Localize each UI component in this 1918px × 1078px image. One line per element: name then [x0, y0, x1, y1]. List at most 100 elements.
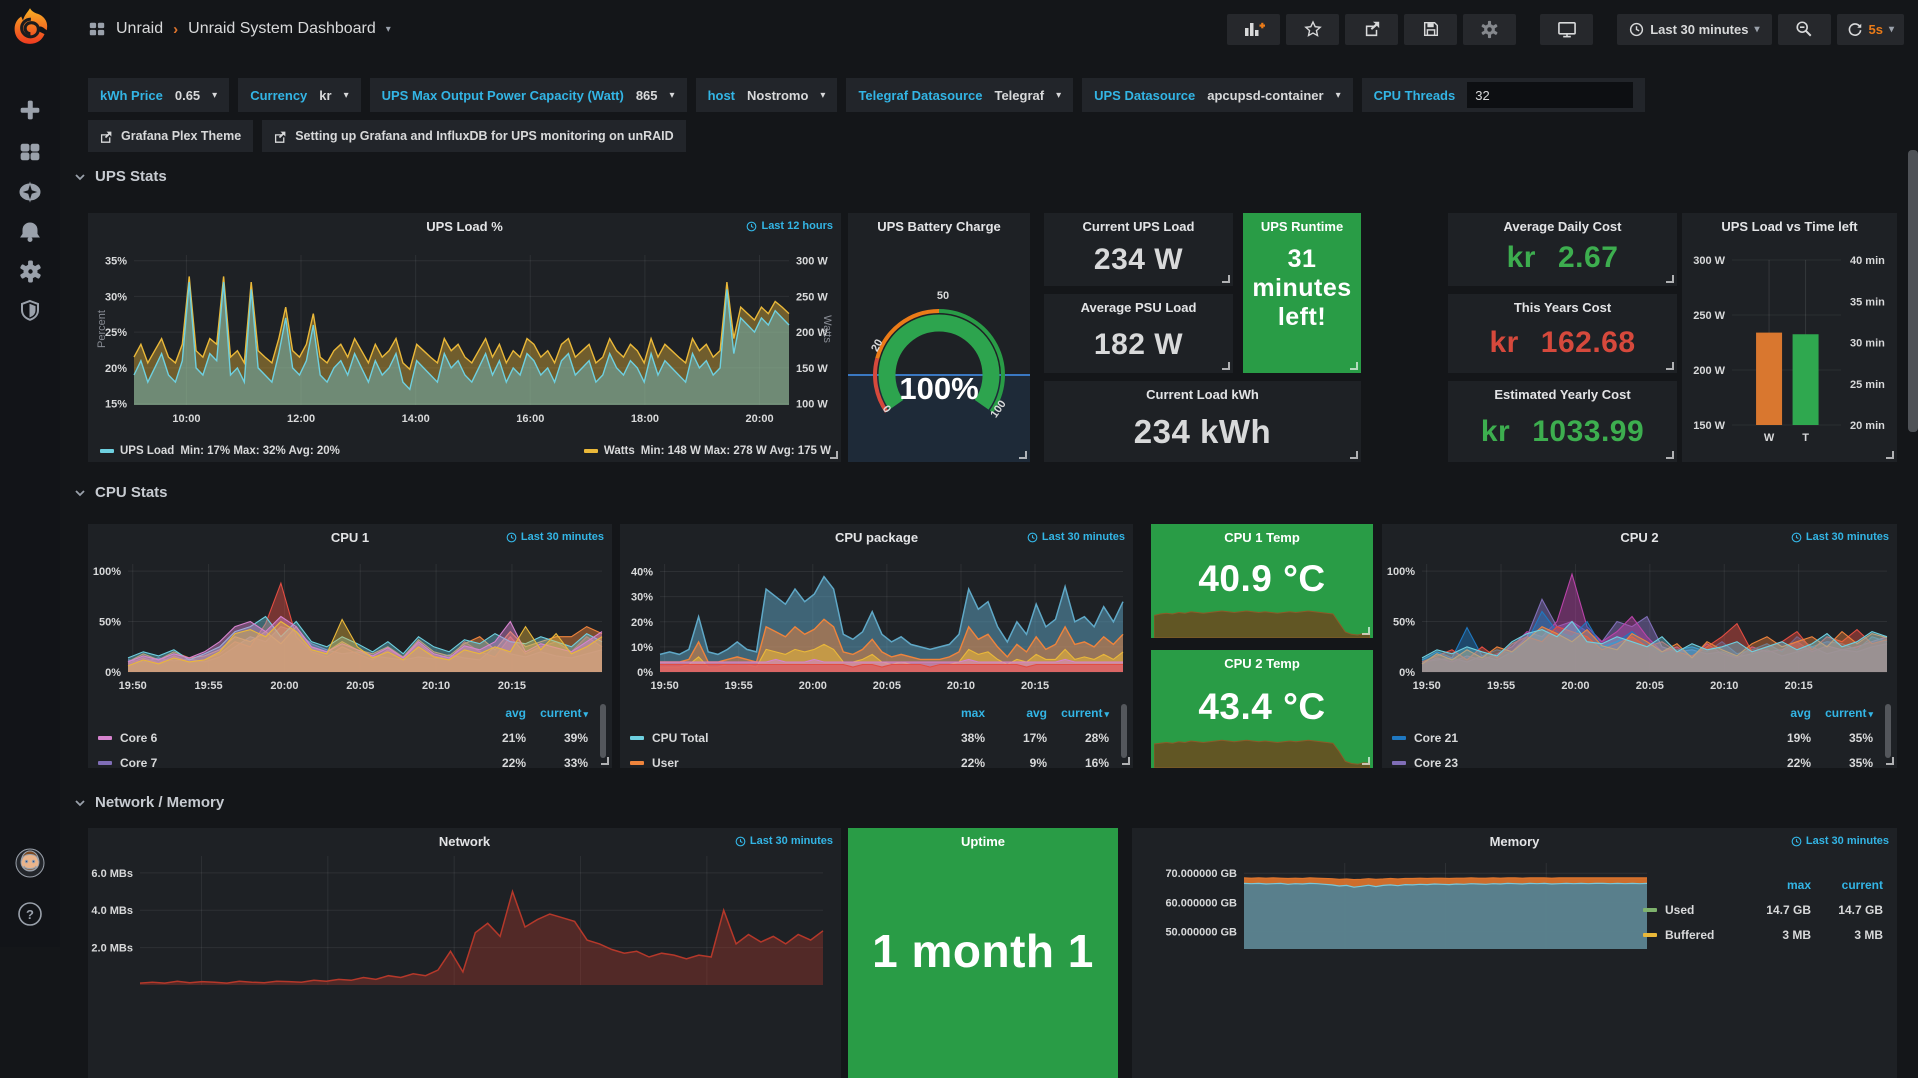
dashboard-title-caret-icon[interactable]: [386, 24, 391, 35]
dashboard-settings-button[interactable]: [1463, 14, 1516, 45]
series-name[interactable]: UPS Load: [120, 445, 174, 457]
sidebar-user-avatar[interactable]: [0, 845, 60, 881]
legend-col[interactable]: max: [1739, 878, 1811, 892]
panel-title[interactable]: Current Load kWh: [1044, 381, 1361, 403]
panel-title[interactable]: CPU 2 Temp: [1151, 650, 1373, 672]
panel-this-years-cost: This Years Cost kr162.68: [1448, 294, 1677, 373]
panel-time-range-link[interactable]: Last 12 hours: [746, 220, 833, 232]
series-swatch: [100, 449, 114, 453]
time-range-picker[interactable]: Last 30 minutes: [1617, 14, 1771, 45]
star-dashboard-button[interactable]: [1286, 14, 1339, 45]
variable-ups-max-output[interactable]: UPS Max Output Power Capacity (Watt) 865: [370, 78, 687, 112]
sidebar-configuration-button[interactable]: [0, 253, 60, 289]
kiosk-mode-button[interactable]: [1540, 14, 1593, 45]
panel-title[interactable]: CPU 1 Temp: [1151, 524, 1373, 546]
network-chart[interactable]: 6.0 MBs4.0 MBs2.0 MBs: [88, 850, 841, 1015]
page-scrollbar[interactable]: [1908, 150, 1918, 432]
share-dashboard-button[interactable]: [1345, 14, 1398, 45]
panel-title[interactable]: Memory: [1132, 828, 1897, 850]
section-title: CPU Stats: [95, 484, 168, 501]
cpu1-chart[interactable]: 19:5019:5520:0020:0520:1020:15100%50%0%: [88, 546, 612, 696]
chevron-down-icon: [74, 487, 86, 499]
link-grafana-plex-theme[interactable]: Grafana Plex Theme: [88, 120, 253, 152]
save-dashboard-button[interactable]: [1404, 14, 1457, 45]
panel-title[interactable]: UPS Battery Charge: [848, 213, 1030, 235]
variable-currency[interactable]: Currency kr: [238, 78, 360, 112]
legend-col[interactable]: current: [1811, 878, 1883, 892]
sidebar-alerting-button[interactable]: [0, 214, 60, 250]
legend-col[interactable]: avg: [1749, 706, 1811, 720]
refresh-interval-label[interactable]: 5s: [1869, 22, 1883, 37]
panel-title[interactable]: Average Daily Cost: [1448, 213, 1677, 235]
panel-time-range-link[interactable]: Last 30 minutes: [1791, 835, 1889, 847]
gauge-value: 100%: [848, 371, 1030, 407]
variable-telegraf-datasource[interactable]: Telegraf Datasource Telegraf: [846, 78, 1073, 112]
legend-col[interactable]: avg: [464, 706, 526, 720]
svg-text:40%: 40%: [631, 567, 653, 579]
legend-col-sort[interactable]: current: [1047, 706, 1109, 720]
section-ups-stats[interactable]: UPS Stats: [74, 168, 167, 185]
sidebar-create-button[interactable]: [0, 92, 60, 128]
panel-time-range-link[interactable]: Last 30 minutes: [1791, 531, 1889, 543]
legend-col[interactable]: avg: [985, 706, 1047, 720]
cpu-threads-input[interactable]: [1467, 82, 1633, 108]
svg-text:20%: 20%: [105, 363, 127, 375]
series-name[interactable]: Core 23: [1414, 756, 1749, 770]
section-cpu-stats[interactable]: CPU Stats: [74, 484, 168, 501]
sidebar-explore-button[interactable]: [0, 174, 60, 210]
breadcrumb-dashboard-title[interactable]: Unraid System Dashboard: [188, 20, 376, 38]
battery-gauge[interactable]: 02050100: [848, 235, 1030, 462]
panel-time-range-link[interactable]: Last 30 minutes: [506, 531, 604, 543]
legend-scrollbar[interactable]: [1121, 704, 1127, 758]
link-ups-monitoring-guide[interactable]: Setting up Grafana and InfluxDB for UPS …: [262, 120, 685, 152]
variable-label: kWh Price: [100, 88, 163, 103]
sidebar: ?: [0, 0, 60, 947]
panel-title[interactable]: Network: [88, 828, 841, 850]
panel-title[interactable]: Uptime: [848, 828, 1118, 850]
shield-icon: [19, 299, 41, 321]
series-name[interactable]: Used: [1665, 903, 1739, 917]
svg-text:20:10: 20:10: [1710, 680, 1738, 692]
panel-title[interactable]: Estimated Yearly Cost: [1448, 381, 1677, 403]
panel-title[interactable]: UPS Load vs Time left: [1682, 213, 1897, 235]
series-name[interactable]: Core 21: [1414, 731, 1749, 745]
panel-title[interactable]: UPS Runtime: [1243, 213, 1361, 235]
ups-load-chart[interactable]: 10:0012:0014:0016:0018:0020:0035%30%25%2…: [88, 235, 841, 435]
variable-host[interactable]: host Nostromo: [696, 78, 838, 112]
top-navbar: Unraid › Unraid System Dashboard Last 30…: [60, 0, 1918, 58]
zoom-out-time-button[interactable]: [1778, 14, 1831, 45]
series-name[interactable]: User: [652, 756, 923, 770]
series-name[interactable]: Buffered: [1665, 928, 1739, 942]
series-name[interactable]: Core 6: [120, 731, 464, 745]
sidebar-server-admin-button[interactable]: [0, 292, 60, 328]
panel-time-range-link[interactable]: Last 30 minutes: [1027, 531, 1125, 543]
legend-col-sort[interactable]: current: [526, 706, 588, 720]
legend-scrollbar[interactable]: [1885, 704, 1891, 758]
cpu-package-chart[interactable]: 19:5019:5520:0020:0520:1020:1540%30%20%1…: [620, 546, 1133, 696]
refresh-picker[interactable]: 5s: [1837, 14, 1905, 45]
sidebar-dashboards-button[interactable]: [0, 134, 60, 170]
panel-time-range-link[interactable]: Last 30 minutes: [735, 835, 833, 847]
section-network-memory[interactable]: Network / Memory: [74, 794, 224, 811]
panel-title[interactable]: UPS Load %: [88, 213, 841, 235]
load-vs-time-chart[interactable]: 300 W250 W200 W150 W40 min35 min30 min25…: [1682, 235, 1897, 462]
panel-title[interactable]: Current UPS Load: [1044, 213, 1233, 235]
add-panel-button[interactable]: [1227, 14, 1280, 45]
panel-title[interactable]: Average PSU Load: [1044, 294, 1233, 316]
grafana-logo[interactable]: [8, 6, 52, 50]
variable-kwh-price[interactable]: kWh Price 0.65: [88, 78, 229, 112]
legend-col-sort[interactable]: current: [1811, 706, 1873, 720]
variable-ups-datasource[interactable]: UPS Datasource apcupsd-container: [1082, 78, 1352, 112]
panel-title[interactable]: This Years Cost: [1448, 294, 1677, 316]
panel-current-ups-load: Current UPS Load 234 W: [1044, 213, 1233, 286]
series-name[interactable]: CPU Total: [652, 731, 923, 745]
breadcrumb-app[interactable]: Unraid: [116, 20, 163, 38]
legend-col[interactable]: max: [923, 706, 985, 720]
series-name[interactable]: Core 7: [120, 756, 464, 770]
clock-icon: [506, 532, 517, 543]
sidebar-help-button[interactable]: ?: [0, 896, 60, 932]
panel-average-daily-cost: Average Daily Cost kr2.67: [1448, 213, 1677, 286]
series-name[interactable]: Watts: [604, 445, 635, 457]
cpu2-chart[interactable]: 19:5019:5520:0020:0520:1020:15100%50%0%: [1382, 546, 1897, 696]
legend-scrollbar[interactable]: [600, 704, 606, 758]
